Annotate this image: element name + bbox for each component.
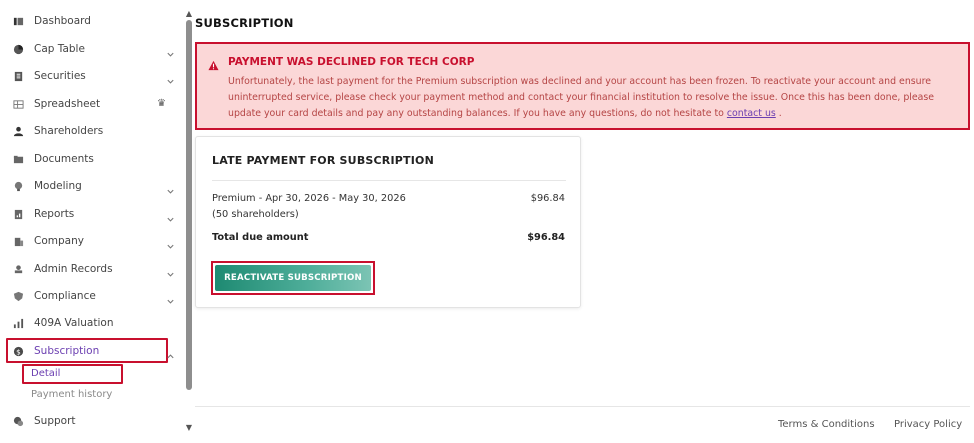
scrollbar-thumb[interactable] <box>186 20 192 390</box>
sidebar-item-support[interactable]: Support <box>8 409 178 433</box>
chevron-down-icon[interactable] <box>166 181 176 194</box>
dollar-circle-icon: $ <box>12 345 24 357</box>
line-item-amount: $96.84 <box>530 193 565 204</box>
sidebar-subitem-detail[interactable]: Detail <box>31 368 60 379</box>
alert-body-text: Unfortunately, the last payment for the … <box>228 76 935 119</box>
line-item-detail: (50 shareholders) <box>212 209 299 220</box>
chevron-down-icon[interactable] <box>166 209 176 222</box>
svg-text:$: $ <box>16 347 21 356</box>
sidebar-item-label: Admin Records <box>34 263 113 275</box>
footer-divider <box>195 406 970 407</box>
sidebar-item-company[interactable]: Company <box>8 229 178 253</box>
sidebar-item-label: Company <box>34 235 84 247</box>
reactivate-subscription-button[interactable]: REACTIVATE SUBSCRIPTION <box>215 265 371 291</box>
chevron-down-icon[interactable] <box>166 236 176 249</box>
contact-us-link[interactable]: contact us <box>727 108 776 119</box>
spreadsheet-icon <box>12 98 24 110</box>
card-divider <box>212 180 566 181</box>
sidebar-item-securities[interactable]: Securities <box>8 64 178 88</box>
total-due-amount: $96.84 <box>527 232 565 243</box>
card-title: LATE PAYMENT FOR SUBSCRIPTION <box>212 154 434 167</box>
sidebar-item-dashboard[interactable]: Dashboard <box>8 9 178 33</box>
sidebar-subitem-payment-history[interactable]: Payment history <box>31 389 112 400</box>
sidebar-item-409a-valuation[interactable]: 409A Valuation <box>8 311 178 335</box>
sidebar: Dashboard Cap Table Securities Spreadshe… <box>0 0 184 443</box>
alert-message: Unfortunately, the last payment for the … <box>228 74 953 122</box>
sidebar-item-label: Cap Table <box>34 43 85 55</box>
alert-body-end: . <box>778 108 782 119</box>
line-item-description: Premium - Apr 30, 2026 - May 30, 2026 <box>212 193 406 204</box>
scroll-down-arrow-icon[interactable]: ▼ <box>185 424 193 432</box>
chevron-down-icon[interactable] <box>166 264 176 277</box>
reactivate-highlight: REACTIVATE SUBSCRIPTION <box>211 261 375 295</box>
crown-icon: ♛ <box>157 98 166 109</box>
report-icon <box>12 208 24 220</box>
chevron-down-icon[interactable] <box>166 44 176 57</box>
sidebar-item-admin-records[interactable]: Admin Records <box>8 257 178 281</box>
sidebar-item-label: Dashboard <box>34 15 91 27</box>
sidebar-item-compliance[interactable]: Compliance <box>8 284 178 308</box>
dashboard-icon <box>12 15 24 27</box>
sidebar-item-label: Modeling <box>34 180 82 192</box>
sidebar-item-label: Subscription <box>34 345 100 357</box>
sidebar-item-modeling[interactable]: Modeling <box>8 174 178 198</box>
sidebar-item-label: Securities <box>34 70 86 82</box>
chat-icon <box>12 415 24 427</box>
sidebar-item-label: Reports <box>34 208 75 220</box>
chevron-down-icon[interactable] <box>166 71 176 84</box>
sidebar-item-label: Compliance <box>34 290 96 302</box>
stamp-icon <box>12 263 24 275</box>
chevron-down-icon[interactable] <box>166 291 176 304</box>
folder-icon <box>12 153 24 165</box>
sidebar-item-label: 409A Valuation <box>34 317 114 329</box>
building-icon <box>12 235 24 247</box>
lightbulb-icon <box>12 180 24 192</box>
sidebar-item-spreadsheet[interactable]: Spreadsheet ♛ <box>8 92 178 116</box>
late-payment-card: LATE PAYMENT FOR SUBSCRIPTION Premium - … <box>195 136 581 308</box>
privacy-link[interactable]: Privacy Policy <box>894 419 962 430</box>
clipboard-icon <box>12 70 24 82</box>
sidebar-item-label: Shareholders <box>34 125 104 137</box>
sidebar-item-shareholders[interactable]: Shareholders <box>8 119 178 143</box>
alert-title: PAYMENT WAS DECLINED FOR TECH CORP <box>228 56 475 68</box>
pie-chart-icon <box>12 43 24 55</box>
total-due-label: Total due amount <box>212 232 309 243</box>
scroll-up-arrow-icon[interactable]: ▲ <box>185 10 193 18</box>
terms-link[interactable]: Terms & Conditions <box>778 419 875 430</box>
warning-icon <box>208 56 220 71</box>
sidebar-item-documents[interactable]: Documents <box>8 147 178 171</box>
sidebar-item-subscription[interactable]: $ Subscription <box>8 339 178 363</box>
sidebar-item-reports[interactable]: Reports <box>8 202 178 226</box>
shield-icon <box>12 290 24 302</box>
sidebar-item-label: Spreadsheet <box>34 98 101 110</box>
sidebar-item-label: Support <box>34 415 76 427</box>
chevron-up-icon[interactable] <box>166 346 176 359</box>
payment-declined-alert: PAYMENT WAS DECLINED FOR TECH CORP Unfor… <box>195 42 970 130</box>
bar-chart-icon <box>12 317 24 329</box>
user-icon <box>12 125 24 137</box>
sidebar-item-cap-table[interactable]: Cap Table <box>8 37 178 61</box>
page-title: SUBSCRIPTION <box>195 16 294 30</box>
sidebar-item-label: Documents <box>34 153 94 165</box>
